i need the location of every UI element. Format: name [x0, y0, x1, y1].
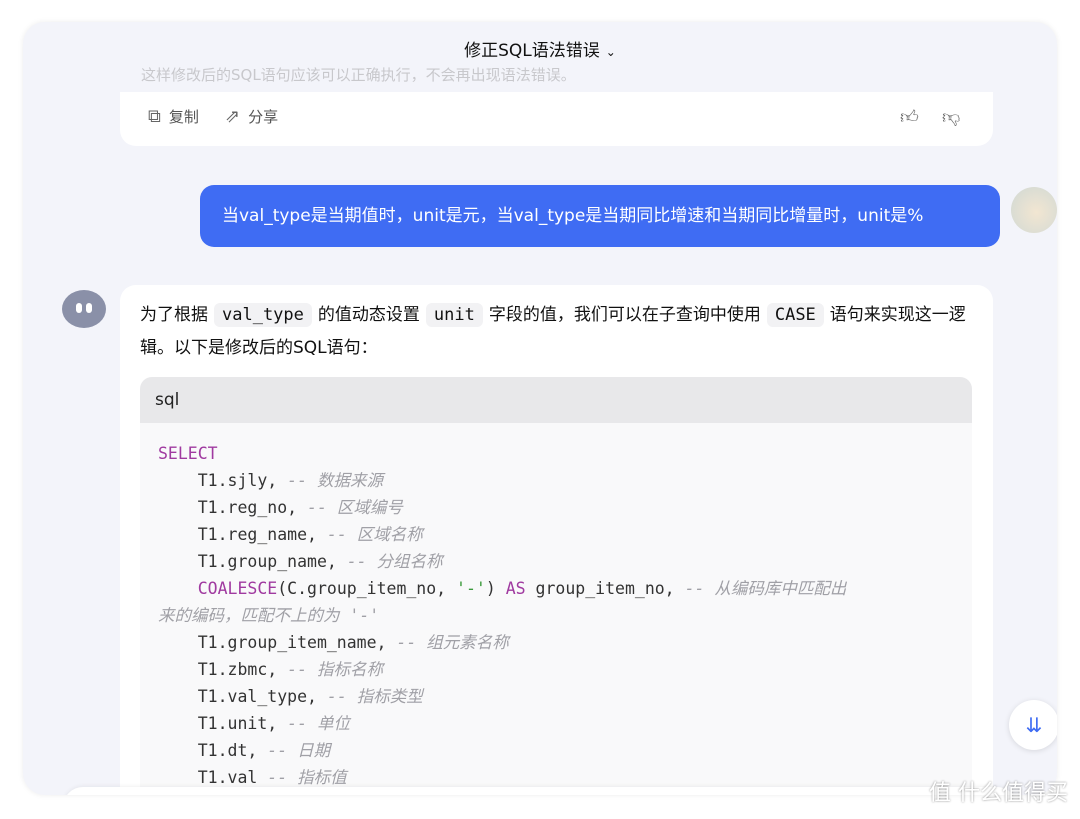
code-token: ) [485, 579, 506, 598]
conversation-title[interactable]: 修正SQL语法错误 ⌄ [23, 36, 1057, 61]
code-token: T1.unit, [158, 714, 288, 733]
thumbs-down-icon: 👎︎ [942, 107, 961, 128]
thumbs-down-button[interactable]: 👎︎ [942, 106, 960, 128]
code-token: AS [505, 579, 526, 598]
previous-message-actions: ⧉ 复制 ⇗ 分享 👍︎ 👎︎ [120, 92, 993, 146]
code-line: T1.dt, -- 日期 [158, 737, 954, 764]
code-line: 来的编码，匹配不上的为 '-' [158, 602, 954, 629]
share-icon: ⇗ [225, 106, 241, 127]
code-token: -- 组元素名称 [396, 633, 509, 652]
code-token: COALESCE [197, 579, 278, 598]
code-token: T1.reg_no, [158, 498, 308, 517]
code-line: T1.zbmc, -- 指标名称 [158, 656, 954, 683]
code-token: (C.group_item_no, [277, 579, 457, 598]
bot-avatar [62, 290, 106, 328]
code-token: T1.zbmc, [158, 660, 288, 679]
code-token: -- 数据来源 [287, 471, 383, 490]
code-line: T1.reg_no, -- 区域编号 [158, 494, 954, 521]
code-token: T1.group_item_name, [158, 633, 397, 652]
copy-button[interactable]: ⧉ 复制 [148, 106, 199, 127]
code-line: T1.group_name, -- 分组名称 [158, 548, 954, 575]
code-token: 来的编码，匹配不上的为 '-' [158, 606, 380, 625]
code-line: T1.val_type, -- 指标类型 [158, 683, 954, 710]
code-token: -- 区域名称 [326, 525, 423, 544]
code-token: -- 分组名称 [346, 552, 443, 571]
watermark: 值 什么值得买 [929, 781, 1068, 806]
copy-icon: ⧉ [148, 106, 161, 127]
chat-window: 这样修改后的SQL语句应该可以正确执行，不会再出现语法错误。 修正SQL语法错误… [23, 22, 1057, 795]
code-token: -- 单位 [287, 714, 350, 733]
code-line: T1.unit, -- 单位 [158, 710, 954, 737]
code-token: -- 指标名称 [287, 660, 383, 679]
code-token: T1.val_type, [158, 687, 327, 706]
code-language-label: sql [140, 377, 972, 423]
code-token: T1.dt, [158, 741, 268, 760]
previous-message-text: 这样修改后的SQL语句应该可以正确执行，不会再出现语法错误。 [141, 66, 576, 84]
code-token: SELECT [158, 444, 218, 463]
code-line: SELECT [158, 440, 954, 467]
share-button[interactable]: ⇗ 分享 [225, 106, 278, 127]
scroll-to-bottom-button[interactable]: ⇊ [1009, 700, 1057, 750]
code-token: -- 区域编号 [307, 498, 403, 517]
thumbs-up-icon: 👍︎ [900, 107, 919, 128]
code-token: T1.group_name, [158, 552, 347, 571]
chevron-down-icon: ⌄ [605, 45, 616, 59]
message-input[interactable] [63, 787, 1017, 795]
code-line: T1.group_item_name, -- 组元素名称 [158, 629, 954, 656]
code-token: -- 日期 [267, 741, 331, 760]
reply-intro: 为了根据 val_type 的值动态设置 unit 字段的值，我们可以在子查询中使用 CA… [140, 303, 966, 358]
code-token: group_item_no, [525, 579, 685, 598]
user-avatar [1011, 187, 1057, 233]
code-block: sql SELECT T1.sjly, -- 数据来源 T1.reg_no, -… [140, 377, 972, 795]
code-line: T1.reg_name, -- 区域名称 [158, 521, 954, 548]
thumbs-up-button[interactable]: 👍︎ [900, 106, 919, 128]
code-line: T1.sjly, -- 数据来源 [158, 467, 954, 494]
user-message: 当val_type是当期值时，unit是元，当val_type是当期同比增速和当… [200, 185, 1000, 247]
code-line: COALESCE(C.group_item_no, '-') AS group_… [158, 575, 954, 602]
code-token: -- 从编码库中匹配出 [684, 579, 847, 598]
code-content: SELECT T1.sjly, -- 数据来源 T1.reg_no, -- 区域… [140, 423, 972, 795]
code-token: -- 指标类型 [326, 687, 423, 706]
code-token: '-' [456, 579, 486, 598]
double-chevron-down-icon: ⇊ [1025, 713, 1043, 737]
assistant-message: 为了根据 val_type 的值动态设置 unit 字段的值，我们可以在子查询中使用 CA… [120, 285, 993, 795]
code-token: T1.reg_name, [158, 525, 327, 544]
code-token: T1.sjly, [158, 471, 288, 490]
code-token: -- 指标值 [267, 768, 347, 787]
code-token: T1.val [158, 768, 268, 787]
